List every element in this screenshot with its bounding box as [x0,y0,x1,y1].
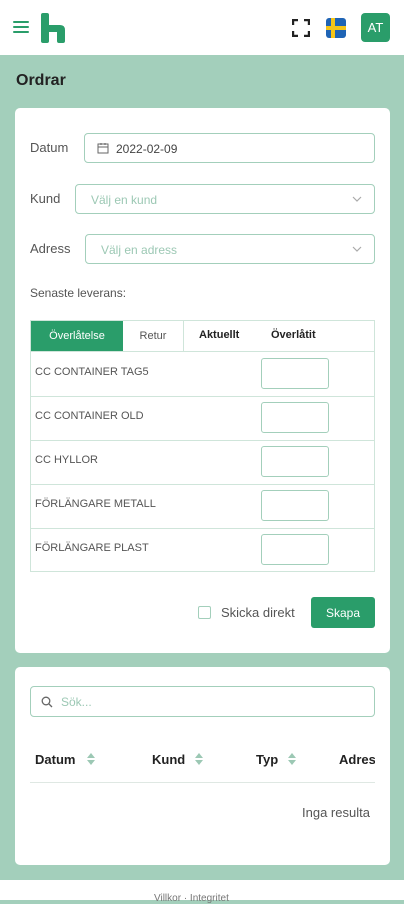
footer-text: Villkor · Integritet [154,893,229,904]
orders-list-card: Sök... Datum Kund Typ Adres Inga resulta [15,667,390,865]
product-table: Överlåtelse Retur Aktuellt Överlåtit CC … [30,320,375,572]
column-customer-header[interactable]: Kund [152,752,185,767]
tab-handover[interactable]: Överlåtelse [31,321,123,351]
sort-icon[interactable] [194,752,204,766]
date-label: Datum [30,140,69,155]
calendar-icon [97,143,109,154]
product-name: FÖRLÄNGARE PLAST [35,542,149,554]
address-placeholder: Välj en adress [101,243,178,257]
table-header-row: Överlåtelse Retur Aktuellt Överlåtit [31,321,374,352]
quantity-input[interactable] [261,446,329,477]
brand-logo[interactable] [40,13,66,43]
address-select[interactable]: Välj en adress [85,234,375,264]
quantity-input[interactable] [261,534,329,565]
hamburger-icon[interactable] [13,21,29,33]
column-type-header[interactable]: Typ [256,752,278,767]
address-label: Adress [30,241,71,256]
create-button[interactable]: Skapa [311,597,375,628]
quantity-input[interactable] [261,358,329,389]
last-delivery-label: Senaste leverans: [30,286,127,300]
sort-icon[interactable] [86,752,96,766]
date-value: 2022-02-09 [116,142,178,156]
column-current: Aktuellt [199,329,240,341]
customer-select[interactable]: Välj en kund [75,184,375,214]
avatar[interactable]: AT [361,13,390,42]
customer-label: Kund [30,191,61,206]
empty-results-text: Inga resulta [302,805,370,820]
quantity-input[interactable] [261,402,329,433]
fullscreen-icon[interactable] [292,19,310,37]
send-direct-checkbox[interactable] [198,606,211,619]
search-placeholder: Sök... [61,695,92,709]
product-name: CC CONTAINER TAG5 [35,366,149,378]
tab-return[interactable]: Retur [123,321,184,351]
column-address-header[interactable]: Adres [339,752,375,767]
search-input[interactable]: Sök... [30,686,375,717]
send-direct-label[interactable]: Skicka direkt [221,605,295,620]
sweden-flag-icon[interactable] [326,18,346,38]
table-row: CC CONTAINER TAG5 [31,352,374,397]
search-icon [41,696,53,708]
table-row: FÖRLÄNGARE METALL [31,484,374,529]
table-row: CC HYLLOR [31,440,374,485]
header-divider [30,782,375,783]
product-name: CC HYLLOR [35,454,98,466]
chevron-down-icon [352,196,362,202]
page-title: Ordrar [16,72,66,89]
table-row: FÖRLÄNGARE PLAST [31,528,374,572]
customer-placeholder: Välj en kund [91,193,158,207]
date-field[interactable]: 2022-02-09 [84,133,375,163]
column-date-header[interactable]: Datum [35,752,75,767]
column-handed-over: Överlåtit [271,329,316,341]
chevron-down-icon [352,246,362,252]
product-name: FÖRLÄNGARE METALL [35,498,156,510]
product-name: CC CONTAINER OLD [35,410,144,422]
top-bar: AT [0,0,404,55]
sort-icon[interactable] [287,752,297,766]
order-form-card: Datum 2022-02-09 Kund Välj en kund Adres… [15,108,390,653]
table-row: CC CONTAINER OLD [31,396,374,441]
quantity-input[interactable] [261,490,329,521]
